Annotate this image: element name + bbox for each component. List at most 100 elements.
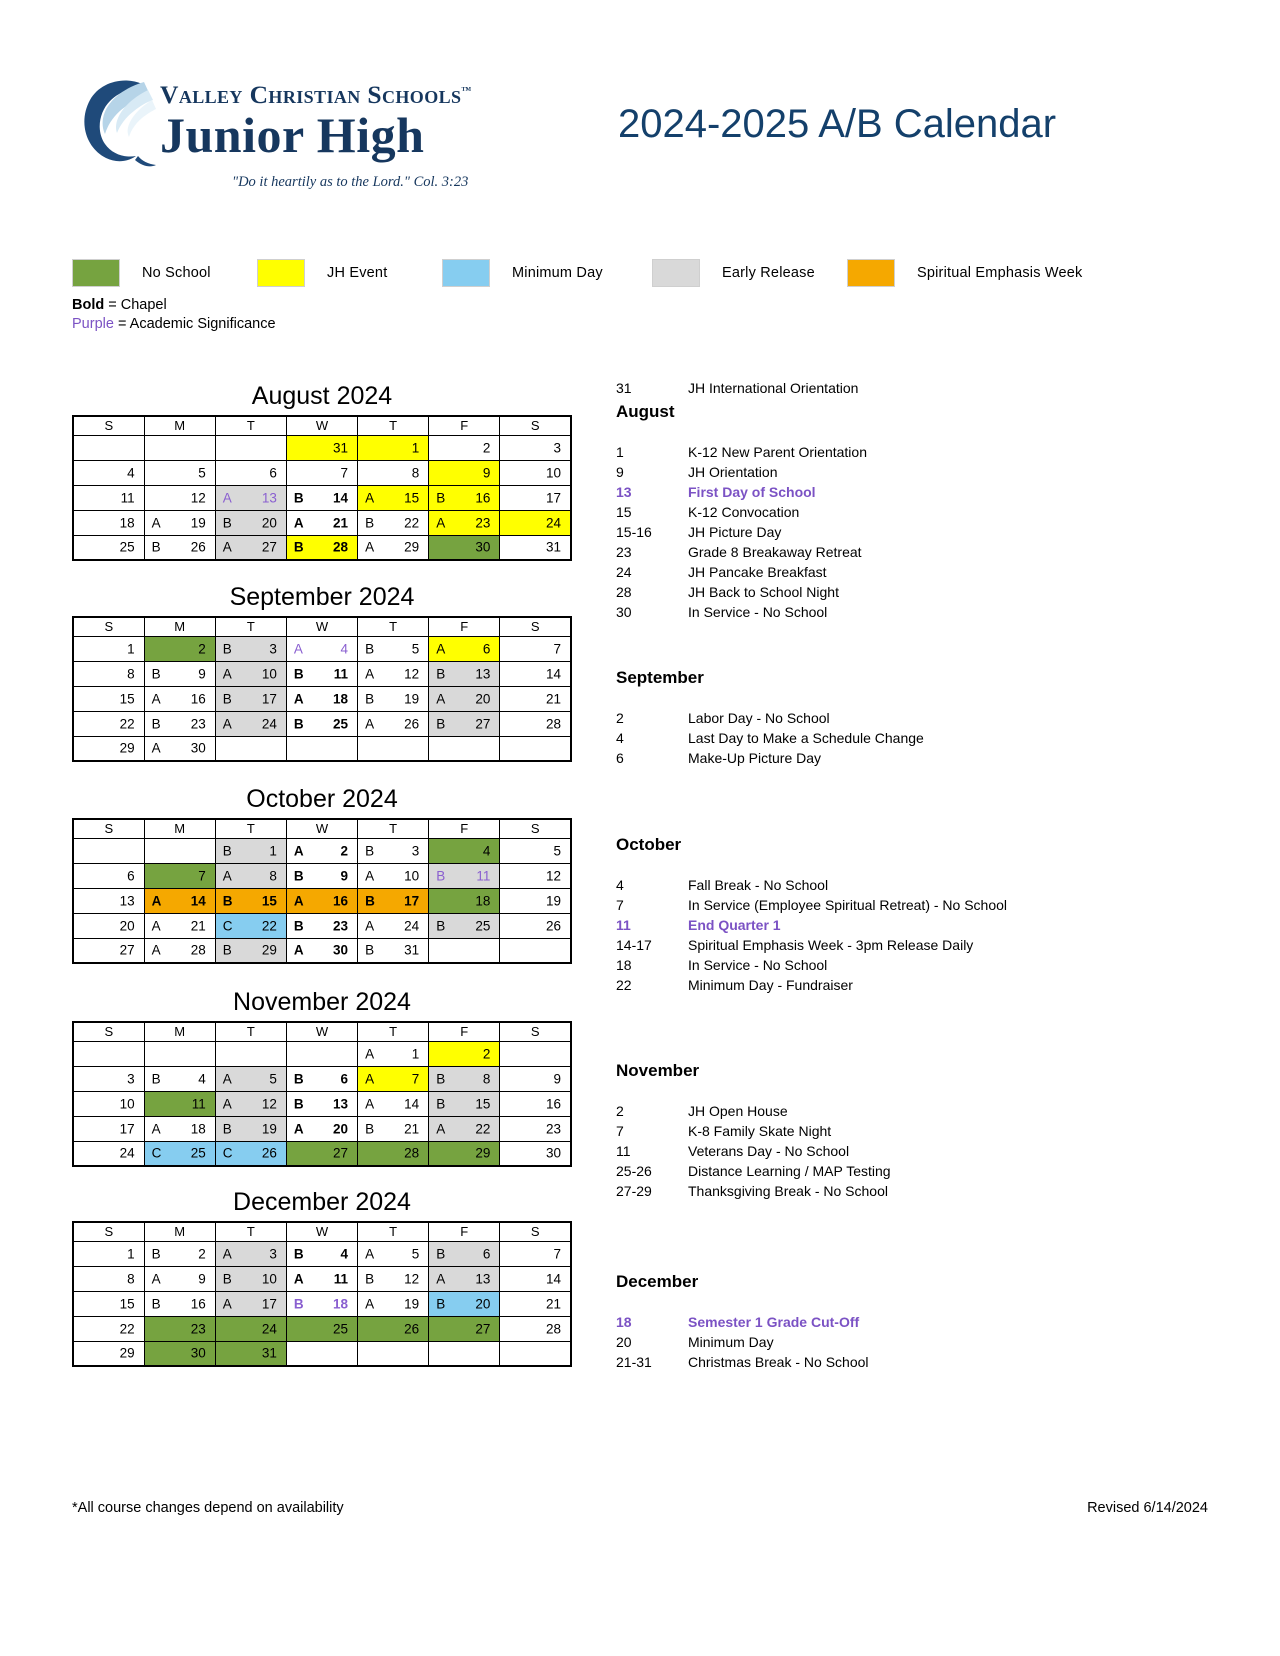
day-cell[interactable]: B 23 xyxy=(285,912,359,939)
day-cell[interactable]: B 22 xyxy=(357,509,430,536)
day-cell[interactable]: A 14 xyxy=(143,887,216,914)
day-cell[interactable]: 23 xyxy=(143,1315,216,1342)
day-cell[interactable]: B4 xyxy=(143,1065,216,1092)
day-cell[interactable]: 22 xyxy=(72,710,145,737)
day-cell[interactable]: A 22 xyxy=(428,1115,501,1142)
day-cell[interactable]: 2 xyxy=(143,635,216,662)
day-cell[interactable]: 24 xyxy=(214,1315,287,1342)
day-cell[interactable]: B8 xyxy=(428,1065,501,1092)
day-cell[interactable]: 8 xyxy=(72,1265,145,1292)
day-cell[interactable]: B1 xyxy=(214,837,287,864)
day-cell[interactable]: A 20 xyxy=(428,685,501,712)
day-cell[interactable]: 3 xyxy=(72,1065,145,1092)
day-cell[interactable]: C 26 xyxy=(214,1140,287,1167)
day-cell[interactable]: B 12 xyxy=(357,1265,430,1292)
day-cell[interactable]: 29 xyxy=(72,1340,145,1367)
day-cell[interactable]: A2 xyxy=(285,837,359,864)
day-cell[interactable]: 11 xyxy=(143,1090,216,1117)
day-cell[interactable]: A 14 xyxy=(357,1090,430,1117)
day-cell[interactable]: B3 xyxy=(357,837,430,864)
day-cell[interactable]: 7 xyxy=(499,635,572,662)
day-cell[interactable]: 30 xyxy=(499,1140,572,1167)
day-cell[interactable]: A 10 xyxy=(214,660,287,687)
day-cell[interactable]: B6 xyxy=(285,1065,359,1092)
day-cell[interactable]: 27 xyxy=(428,1315,501,1342)
day-cell[interactable]: B 10 xyxy=(214,1265,287,1292)
day-cell[interactable]: 8 xyxy=(357,459,430,486)
day-cell[interactable]: A 13 xyxy=(214,484,287,511)
day-cell[interactable]: 27 xyxy=(72,937,145,964)
day-cell[interactable]: B 25 xyxy=(428,912,501,939)
day-cell[interactable]: 21 xyxy=(499,685,572,712)
day-cell[interactable]: 29 xyxy=(72,735,145,762)
day-cell[interactable]: A 24 xyxy=(357,912,430,939)
day-cell[interactable]: A 21 xyxy=(143,912,216,939)
day-cell[interactable]: B9 xyxy=(143,660,216,687)
day-cell[interactable]: A 18 xyxy=(143,1115,216,1142)
day-cell[interactable]: 21 xyxy=(499,1290,572,1317)
day-cell[interactable]: 30 xyxy=(143,1340,216,1367)
day-cell[interactable]: A 12 xyxy=(357,660,430,687)
day-cell[interactable]: B 17 xyxy=(214,685,287,712)
day-cell[interactable]: B5 xyxy=(357,635,430,662)
day-cell[interactable]: 25 xyxy=(72,534,145,561)
day-cell[interactable]: 1 xyxy=(357,434,430,461)
day-cell[interactable]: 18 xyxy=(428,887,501,914)
day-cell[interactable]: B 11 xyxy=(428,862,501,889)
day-cell[interactable]: A4 xyxy=(285,635,359,662)
day-cell[interactable]: B 16 xyxy=(428,484,501,511)
day-cell[interactable]: A 20 xyxy=(285,1115,359,1142)
day-cell[interactable]: A 28 xyxy=(143,937,216,964)
day-cell[interactable]: 28 xyxy=(357,1140,430,1167)
day-cell[interactable]: B3 xyxy=(214,635,287,662)
day-cell[interactable]: B 31 xyxy=(357,937,430,964)
day-cell[interactable]: A 11 xyxy=(285,1265,359,1292)
day-cell[interactable]: 18 xyxy=(72,509,145,536)
day-cell[interactable]: A3 xyxy=(214,1240,287,1267)
day-cell[interactable]: 2 xyxy=(428,1040,501,1067)
day-cell[interactable]: B 21 xyxy=(357,1115,430,1142)
day-cell[interactable]: 9 xyxy=(499,1065,572,1092)
day-cell[interactable]: A6 xyxy=(428,635,501,662)
day-cell[interactable]: 12 xyxy=(143,484,216,511)
day-cell[interactable]: A1 xyxy=(357,1040,430,1067)
day-cell[interactable]: A 16 xyxy=(143,685,216,712)
day-cell[interactable]: 25 xyxy=(285,1315,359,1342)
day-cell[interactable]: 20 xyxy=(72,912,145,939)
day-cell[interactable]: A 30 xyxy=(285,937,359,964)
day-cell[interactable]: 4 xyxy=(428,837,501,864)
day-cell[interactable]: 31 xyxy=(214,1340,287,1367)
day-cell[interactable]: A 10 xyxy=(357,862,430,889)
day-cell[interactable]: 19 xyxy=(499,887,572,914)
day-cell[interactable]: 7 xyxy=(143,862,216,889)
day-cell[interactable]: 23 xyxy=(499,1115,572,1142)
day-cell[interactable]: 31 xyxy=(285,434,359,461)
day-cell[interactable]: A 15 xyxy=(357,484,430,511)
day-cell[interactable]: 9 xyxy=(428,459,501,486)
day-cell[interactable]: B2 xyxy=(143,1240,216,1267)
day-cell[interactable]: 7 xyxy=(285,459,359,486)
day-cell[interactable]: A 13 xyxy=(428,1265,501,1292)
day-cell[interactable]: A 24 xyxy=(214,710,287,737)
day-cell[interactable]: 10 xyxy=(72,1090,145,1117)
day-cell[interactable]: B 28 xyxy=(285,534,359,561)
day-cell[interactable]: A 17 xyxy=(214,1290,287,1317)
day-cell[interactable]: 5 xyxy=(143,459,216,486)
day-cell[interactable]: C 25 xyxy=(143,1140,216,1167)
day-cell[interactable]: 6 xyxy=(72,862,145,889)
day-cell[interactable]: B9 xyxy=(285,862,359,889)
day-cell[interactable]: 27 xyxy=(285,1140,359,1167)
day-cell[interactable]: 30 xyxy=(428,534,501,561)
day-cell[interactable]: B6 xyxy=(428,1240,501,1267)
day-cell[interactable]: B 15 xyxy=(214,887,287,914)
day-cell[interactable]: 24 xyxy=(72,1140,145,1167)
day-cell[interactable]: B 20 xyxy=(214,509,287,536)
day-cell[interactable]: A 30 xyxy=(143,735,216,762)
day-cell[interactable]: A 23 xyxy=(428,509,501,536)
day-cell[interactable]: 6 xyxy=(214,459,287,486)
day-cell[interactable]: 29 xyxy=(428,1140,501,1167)
day-cell[interactable]: 12 xyxy=(499,862,572,889)
day-cell[interactable]: 4 xyxy=(72,459,145,486)
day-cell[interactable]: 5 xyxy=(499,837,572,864)
day-cell[interactable]: A5 xyxy=(214,1065,287,1092)
